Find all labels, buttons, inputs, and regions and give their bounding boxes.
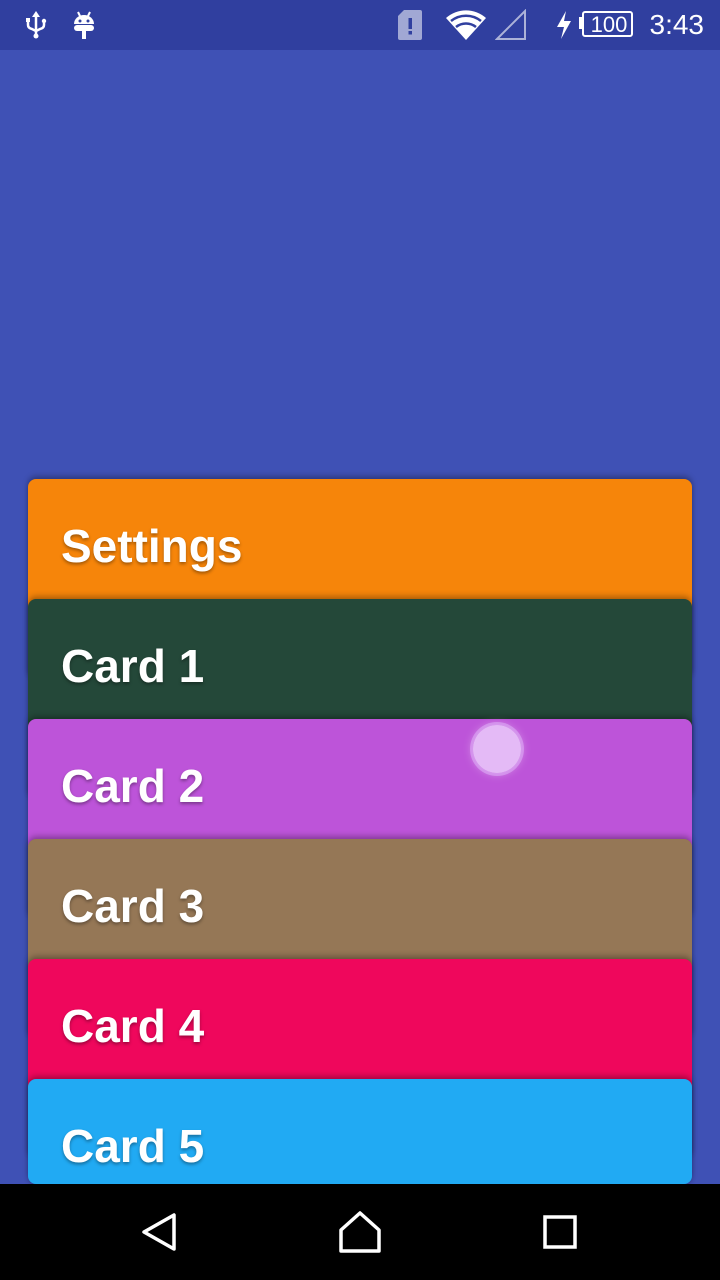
card-title: Card 3 xyxy=(61,880,205,932)
sim-alert-icon xyxy=(396,0,424,50)
status-bar: 100 3:43 xyxy=(0,0,720,50)
usb-icon xyxy=(22,0,50,50)
recents-icon xyxy=(543,1215,577,1249)
card-5[interactable]: Card 5 xyxy=(28,1079,692,1184)
card-title: Card 4 xyxy=(61,1000,205,1052)
android-debug-icon xyxy=(70,0,98,50)
navigation-bar xyxy=(0,1184,720,1280)
back-button[interactable] xyxy=(112,1184,208,1280)
card-title: Card 5 xyxy=(61,1120,205,1172)
home-icon xyxy=(339,1211,381,1253)
home-button[interactable] xyxy=(312,1184,408,1280)
back-icon xyxy=(142,1213,176,1251)
battery-icon: 100 xyxy=(578,0,634,50)
card-title: Settings xyxy=(61,520,243,572)
wifi-icon xyxy=(444,0,488,50)
recents-button[interactable] xyxy=(512,1184,608,1280)
card-title: Card 2 xyxy=(61,760,205,812)
clock: 3:43 xyxy=(649,9,705,40)
charging-icon xyxy=(554,0,574,50)
touch-indicator xyxy=(473,725,521,773)
cell-signal-icon xyxy=(494,0,528,50)
battery-level: 100 xyxy=(590,12,628,37)
card-title: Card 1 xyxy=(61,640,205,692)
